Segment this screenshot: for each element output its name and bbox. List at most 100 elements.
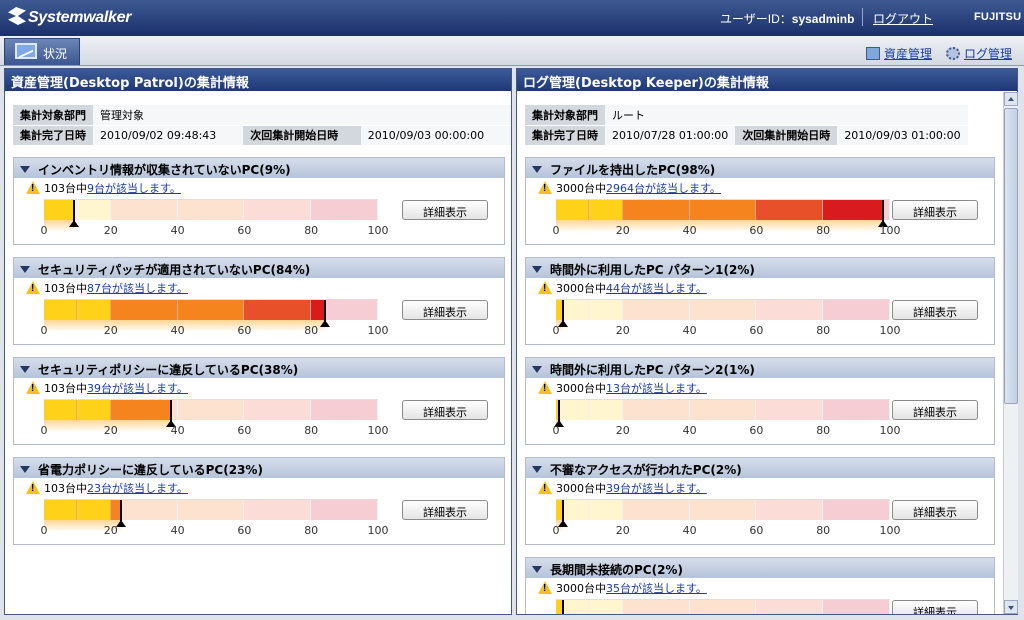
collapse-triangle-icon[interactable]	[20, 466, 30, 473]
tab-status[interactable]: 状況	[4, 38, 80, 65]
collapse-triangle-icon[interactable]	[532, 266, 542, 273]
summary-section: セキュリティポリシーに違反しているPC(38%) 103台中39台が該当します。 0…	[13, 357, 505, 445]
gauge-fill	[77, 300, 111, 320]
matched-count-link[interactable]: 9台が該当します。	[87, 182, 181, 195]
section-header[interactable]: 省電力ポリシーに違反しているPC(23%)	[14, 458, 504, 478]
gauge-tick-label: 80	[304, 324, 319, 337]
gauge-fill	[823, 200, 884, 220]
gauge-segment	[823, 500, 890, 520]
gauge-fill	[77, 400, 111, 420]
gauge-segment	[622, 400, 690, 420]
detail-view-button[interactable]: 詳細表示	[892, 300, 978, 320]
target-dept-value: 管理対象	[93, 105, 511, 126]
count-text: 3000台中13台が該当します。	[556, 380, 707, 396]
detail-view-button[interactable]: 詳細表示	[892, 500, 978, 520]
target-dept-label: 集計対象部門	[525, 105, 605, 126]
gauge-tick-label: 40	[682, 524, 697, 537]
gauge-tick-label: 100	[879, 224, 901, 237]
matched-count-link[interactable]: 2964台が該当します。	[606, 182, 721, 195]
user-id-display: ユーザーID：sysadminb	[720, 10, 854, 27]
detail-view-button[interactable]: 詳細表示	[892, 200, 978, 220]
collapse-triangle-icon[interactable]	[532, 366, 542, 373]
summary-section: セキュリティパッチが適用されていないPC(84%) 103台中87台が該当します。…	[13, 257, 505, 345]
gauge-segment	[622, 500, 690, 520]
gauge-tick-label: 60	[749, 524, 764, 537]
gauge-tick-label: 80	[816, 324, 831, 337]
detail-view-button[interactable]: 詳細表示	[402, 300, 488, 320]
matched-count-link[interactable]: 39台が該当します。	[87, 382, 188, 395]
section-header[interactable]: 長期間未接続のPC(2%)	[526, 558, 994, 578]
section-header[interactable]: セキュリティパッチが適用されていないPC(84%)	[14, 258, 504, 278]
section-header[interactable]: セキュリティポリシーに違反しているPC(38%)	[14, 358, 504, 378]
gauge-fill	[556, 200, 590, 220]
scroll-down-arrow-icon[interactable]	[1004, 600, 1018, 614]
detail-view-button[interactable]: 詳細表示	[892, 400, 978, 420]
section-header[interactable]: インベントリ情報が収集されていないPC(9%)	[14, 158, 504, 178]
gauge-tick-label: 100	[367, 524, 389, 537]
asset-summary-info: 集計対象部門 管理対象 集計完了日時 2010/09/02 09:48:43 次…	[13, 105, 511, 146]
log-summary-title: ログ管理(Desktop Keeper)の集計情報	[517, 69, 1017, 91]
gauge-marker	[561, 500, 564, 522]
gauge-tick-label: 80	[816, 524, 831, 537]
matched-count-link[interactable]: 35台が該当します。	[606, 582, 707, 595]
gauge-segment	[622, 300, 690, 320]
section-title: セキュリティポリシーに違反しているPC(38%)	[38, 363, 299, 377]
gauge-fill	[77, 500, 111, 520]
gauge-segment	[756, 300, 824, 320]
gauge-marker	[561, 600, 564, 614]
gauge-segment	[823, 600, 890, 614]
gauge-segment	[244, 200, 312, 220]
section-title: 不審なアクセスが行われたPC(2%)	[550, 463, 742, 477]
section-header[interactable]: 不審なアクセスが行われたPC(2%)	[526, 458, 994, 478]
collapse-triangle-icon[interactable]	[20, 366, 30, 373]
collapse-triangle-icon[interactable]	[20, 166, 30, 173]
section-header[interactable]: 時間外に利用したPC パターン1(2%)	[526, 258, 994, 278]
right-panel-scrollbar[interactable]	[1003, 92, 1018, 614]
asset-management-link[interactable]: 資産管理	[866, 45, 932, 62]
gauge-tick-label: 100	[879, 424, 901, 437]
section-title: インベントリ情報が収集されていないPC(9%)	[38, 163, 291, 177]
gauge-marker	[882, 200, 885, 222]
count-text: 3000台中35台が該当します。	[556, 580, 707, 596]
gauge-tick-label: 0	[40, 224, 48, 237]
collapse-triangle-icon[interactable]	[532, 566, 542, 573]
gauge-segment	[622, 600, 690, 614]
section-title: 時間外に利用したPC パターン2(1%)	[550, 363, 755, 377]
gauge-marker	[169, 400, 172, 422]
gauge-tick-label: 20	[103, 324, 118, 337]
gauge-tick-label: 100	[879, 324, 901, 337]
detail-view-button[interactable]: 詳細表示	[402, 500, 488, 520]
detail-view-button[interactable]: 詳細表示	[892, 600, 978, 614]
matched-count-link[interactable]: 39台が該当します。	[606, 482, 707, 495]
logout-link[interactable]: ログアウト	[873, 10, 933, 27]
scroll-up-arrow-icon[interactable]	[1004, 92, 1018, 106]
collapse-triangle-icon[interactable]	[532, 466, 542, 473]
gauge-segment	[177, 500, 245, 520]
monitor-icon	[15, 43, 37, 59]
header-bar: Systemwalker ユーザーID：sysadminb ログアウト FUJI…	[0, 0, 1024, 36]
gauge-segment	[689, 400, 757, 420]
matched-count-link[interactable]: 13台が該当します。	[606, 382, 707, 395]
summary-section: 長期間未接続のPC(2%)3000台中35台が該当します。02040608010…	[525, 557, 995, 614]
collapse-triangle-icon[interactable]	[532, 166, 542, 173]
percentage-gauge	[556, 299, 890, 332]
gauge-segment	[589, 300, 623, 320]
percentage-gauge	[44, 499, 378, 532]
gauge-tick-label: 100	[367, 224, 389, 237]
matched-count-link[interactable]: 23台が該当します。	[87, 482, 188, 495]
matched-count-link[interactable]: 87台が該当します。	[87, 282, 188, 295]
matched-count-link[interactable]: 44台が該当します。	[606, 282, 707, 295]
gauge-fill	[110, 400, 171, 420]
gauge-tick-label: 60	[237, 224, 252, 237]
log-management-link[interactable]: ログ管理	[946, 45, 1012, 62]
detail-view-button[interactable]: 詳細表示	[402, 200, 488, 220]
collapse-triangle-icon[interactable]	[20, 266, 30, 273]
scroll-thumb[interactable]	[1004, 108, 1018, 404]
gauge-segment	[589, 600, 623, 614]
gauge-tick-label: 20	[615, 524, 630, 537]
section-header[interactable]: ファイルを持出したPC(98%)	[526, 158, 994, 178]
detail-view-button[interactable]: 詳細表示	[402, 400, 488, 420]
section-header[interactable]: 時間外に利用したPC パターン2(1%)	[526, 358, 994, 378]
summary-section: インベントリ情報が収集されていないPC(9%) 103台中9台が該当します。 0 20…	[13, 157, 505, 245]
gauge-tick-label: 0	[552, 424, 560, 437]
